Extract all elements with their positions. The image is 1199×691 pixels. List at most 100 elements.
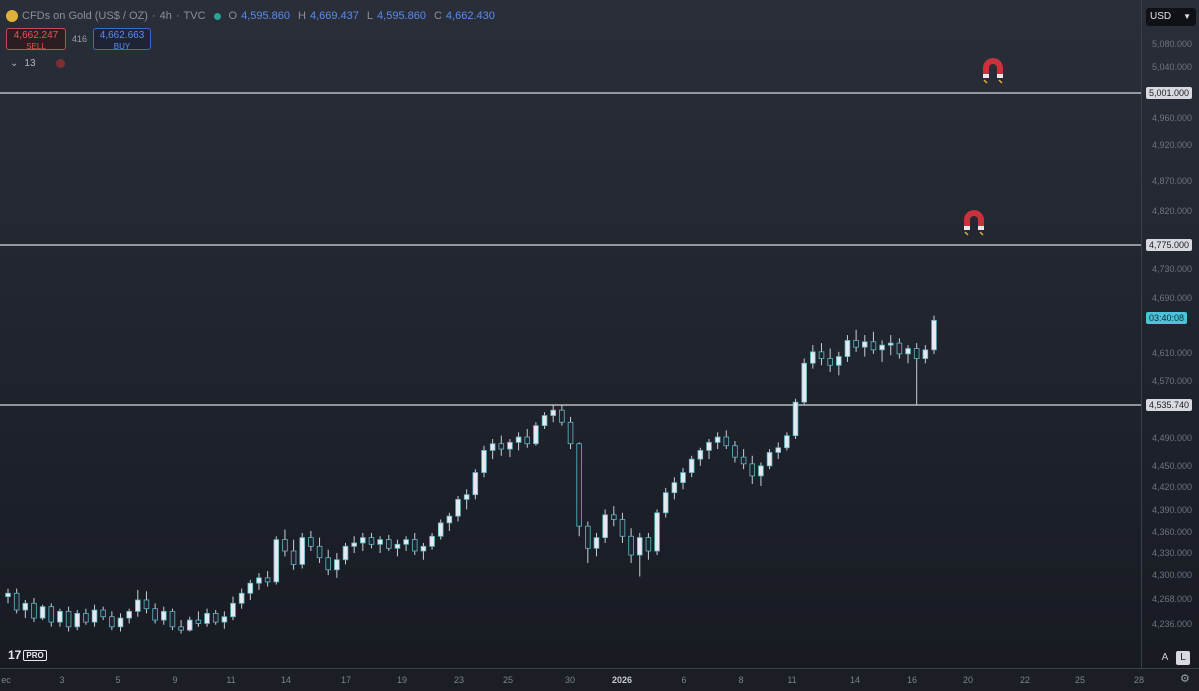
indicator-count: 13 <box>24 58 36 69</box>
symbol-name[interactable]: CFDs on Gold (US$ / OZ) <box>22 10 148 22</box>
candle <box>74 610 81 631</box>
candle <box>827 348 833 372</box>
candle <box>195 611 202 627</box>
time-tick-label: 6 <box>681 675 687 685</box>
ohlc-low-value: 4,595.860 <box>377 10 426 22</box>
candle <box>524 428 531 448</box>
time-tick-label: 23 <box>453 675 465 685</box>
ohlc-open-value: 4,595.860 <box>241 10 291 22</box>
candle <box>39 604 46 621</box>
candle <box>13 588 20 614</box>
candle <box>256 573 262 590</box>
candle <box>481 445 487 478</box>
time-tick-label: 30 <box>564 675 576 685</box>
candle <box>212 610 219 625</box>
candle <box>507 439 513 458</box>
settings-icon[interactable]: ⚙ <box>1180 672 1190 685</box>
candle <box>784 432 790 451</box>
candle <box>870 331 877 354</box>
candle <box>91 604 98 627</box>
chevron-down-icon[interactable]: ⌄ <box>10 58 18 69</box>
price-tick-label: 4,420.000 <box>1152 482 1193 492</box>
time-tick-label: 14 <box>280 675 292 685</box>
candle <box>403 536 409 552</box>
candlestick-plot[interactable] <box>0 0 1141 668</box>
candle <box>654 509 660 556</box>
time-tick-label: 25 <box>502 675 514 685</box>
indicators-toggle[interactable]: ⌄ 13 <box>10 58 65 69</box>
time-tick-label: 3 <box>59 675 65 685</box>
price-tick-label: 5,040.000 <box>1152 62 1193 72</box>
candle <box>57 608 63 627</box>
candle <box>836 351 842 376</box>
candle <box>567 416 574 450</box>
candle <box>117 613 124 632</box>
level-price-tag: 4,535.740 <box>1146 399 1193 411</box>
log-scale-button[interactable]: L <box>1176 651 1190 665</box>
candle <box>896 338 903 359</box>
candle <box>602 509 608 543</box>
candle <box>688 455 695 478</box>
auto-scale-button[interactable]: A <box>1158 651 1172 665</box>
candle <box>697 447 704 466</box>
time-tick-label: 17 <box>340 675 352 685</box>
candle <box>109 611 115 631</box>
candle <box>238 588 245 609</box>
candle <box>792 398 799 440</box>
sell-price: 4,662.247 <box>13 30 59 41</box>
candle <box>22 599 29 619</box>
buy-button[interactable]: 4,662.663 BUY <box>93 28 152 51</box>
candle <box>680 467 686 490</box>
level-price-tag: 4,775.000 <box>1146 239 1193 251</box>
chart-area[interactable] <box>0 0 1141 668</box>
sell-label: SELL <box>26 42 46 51</box>
candle <box>455 496 461 522</box>
candle <box>5 588 11 604</box>
timeframe[interactable]: 4h <box>160 10 172 22</box>
sell-button[interactable]: 4,662.247 SELL <box>6 28 66 51</box>
candle <box>628 528 634 564</box>
candle <box>732 441 738 463</box>
price-tick-label: 4,690.000 <box>1152 293 1193 303</box>
candle <box>273 536 280 585</box>
candle <box>100 606 106 621</box>
time-tick-label: 28 <box>1133 675 1145 685</box>
candle <box>308 530 314 552</box>
ohlc-high-label: H <box>298 10 306 22</box>
ohlc-high-value: 4,669.437 <box>309 10 359 22</box>
price-tick-label: 4,236.000 <box>1152 619 1193 629</box>
candle <box>126 608 132 624</box>
candle <box>498 435 505 456</box>
price-tick-label: 4,490.000 <box>1152 433 1193 443</box>
time-tick-label: 8 <box>738 675 744 685</box>
symbol-legend[interactable]: CFDs on Gold (US$ / OZ) · 4h · TVC O 4,59… <box>6 10 499 22</box>
time-tick-label: ec <box>1 675 11 685</box>
price-tick-label: 4,870.000 <box>1152 176 1193 186</box>
price-tick-label: 4,920.000 <box>1152 140 1193 150</box>
candle <box>818 343 825 366</box>
tradingview-logo[interactable]: 17 PRO <box>8 648 47 662</box>
time-axis[interactable]: ec 3 5 9 11 14 17 19 23 25 30 2026 6 8 11 14 16 20 22 25 28 <box>0 668 1199 691</box>
candle <box>887 335 894 356</box>
data-source: TVC <box>183 10 206 22</box>
currency-select[interactable]: USD ▼ <box>1146 8 1196 26</box>
alert-dot-icon[interactable] <box>55 59 65 68</box>
candle <box>178 620 184 634</box>
candle <box>186 616 193 632</box>
buy-label: BUY <box>113 42 131 51</box>
gold-logo-icon <box>6 10 18 22</box>
time-tick-label: 2026 <box>611 675 633 685</box>
candle <box>411 532 418 556</box>
price-tick-label: 4,300.000 <box>1152 570 1193 580</box>
candle <box>775 442 782 460</box>
market-open-indicator <box>213 12 221 20</box>
bar-countdown-tag: 03:40:08 <box>1146 312 1188 324</box>
candle <box>844 335 851 362</box>
price-tick-label: 4,960.000 <box>1152 113 1193 123</box>
price-tick-label: 4,330.000 <box>1152 548 1193 558</box>
price-tick-label: 4,360.000 <box>1152 527 1193 537</box>
candle <box>446 512 453 531</box>
time-tick-label: 19 <box>396 675 408 685</box>
price-axis[interactable]: 5,080.000 5,040.000 4,960.000 4,920.000 4,87… <box>1141 0 1199 668</box>
candle <box>143 591 150 614</box>
